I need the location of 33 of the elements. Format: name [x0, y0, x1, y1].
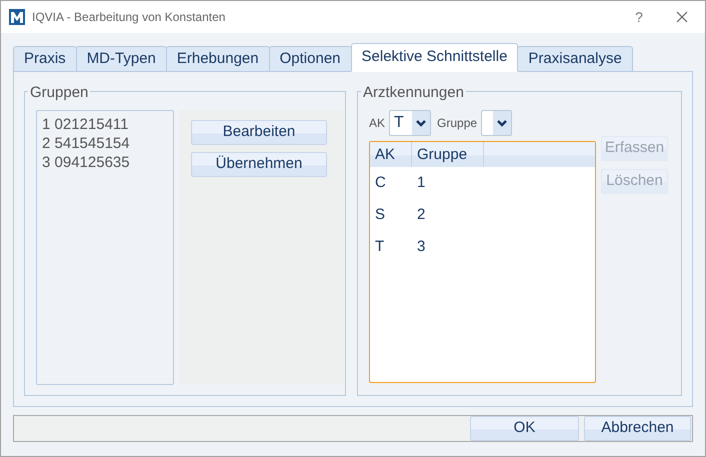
chevron-down-icon: [493, 111, 512, 135]
tab[interactable]: Selektive Schnittstelle: [350, 43, 518, 72]
help-button[interactable]: ?: [619, 6, 659, 28]
push-button[interactable]: OK: [470, 416, 579, 441]
table-cell-text: 1: [416, 172, 426, 193]
list-item[interactable]: 3 094125635: [42, 153, 173, 172]
window-title: IQVIA - Bearbeitung von Konstanten: [32, 9, 226, 26]
table-cell-text: T: [374, 236, 386, 257]
tab[interactable]: Optionen: [268, 46, 352, 72]
list-item[interactable]: 2 541545154: [42, 134, 173, 153]
field-label: Gruppe: [437, 115, 478, 132]
app-logo-icon: [9, 9, 25, 25]
close-icon: [676, 11, 688, 23]
table-cell-text: 2: [416, 204, 426, 225]
push-button[interactable]: Bearbeiten: [191, 120, 327, 145]
table-cell-text: C: [374, 172, 387, 193]
table-cell-text: 3: [416, 236, 426, 257]
tab[interactable]: Praxis: [13, 46, 77, 72]
dropdown-value: T: [393, 113, 405, 133]
column-header[interactable]: Gruppe: [412, 142, 484, 167]
list-item[interactable]: 1 021215411: [42, 115, 173, 134]
tab[interactable]: MD-Typen: [76, 46, 167, 72]
chevron-down-icon: [412, 111, 430, 135]
push-button[interactable]: Übernehmen: [191, 152, 327, 177]
group-list[interactable]: 1 021215411 2 541545154 3 094125635: [36, 110, 174, 385]
dropdown[interactable]: [481, 110, 512, 136]
column-header[interactable]: AK: [370, 142, 412, 167]
field-label: AK: [369, 115, 386, 132]
table-cell-text: S: [374, 204, 386, 225]
tab[interactable]: Praxisanalyse: [517, 46, 633, 72]
push-button[interactable]: Abbrechen: [584, 416, 691, 441]
dropdown[interactable]: T: [389, 110, 432, 136]
tab[interactable]: Erhebungen: [166, 46, 270, 72]
